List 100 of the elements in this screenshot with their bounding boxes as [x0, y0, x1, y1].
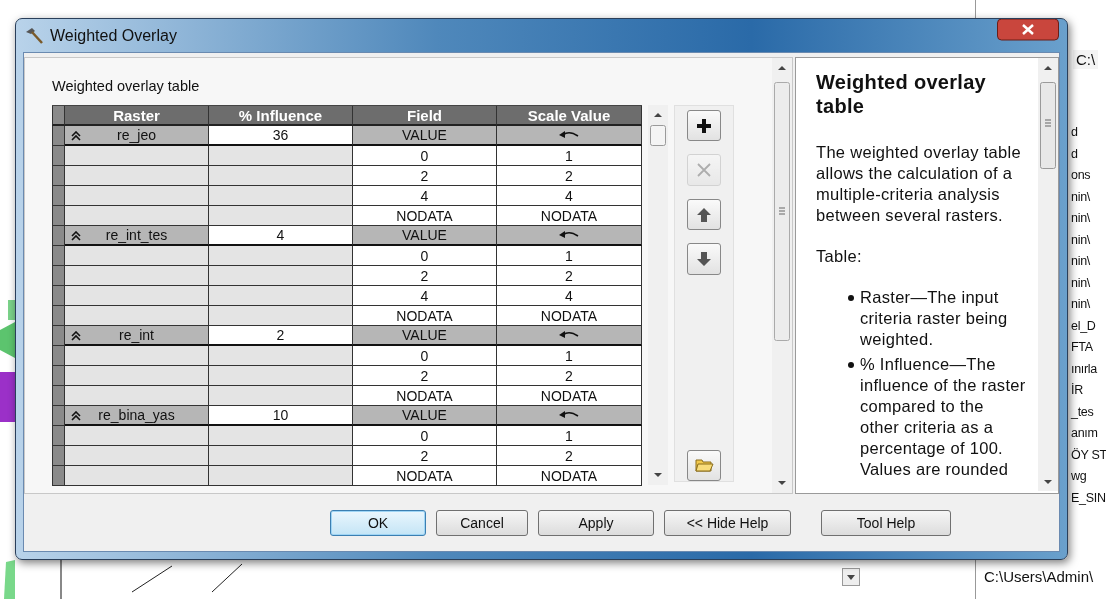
- help-text: Raster—The input criteria raster being weighted.: [860, 287, 1009, 350]
- file-name[interactable]: nin\: [1071, 272, 1106, 294]
- scale-value-field[interactable]: 2: [497, 446, 642, 466]
- table-cell: 4: [353, 286, 497, 306]
- column-header[interactable]: Raster: [65, 106, 209, 126]
- file-name[interactable]: nin\: [1071, 186, 1106, 208]
- row-selector[interactable]: [52, 446, 65, 466]
- file-name[interactable]: nin\: [1071, 208, 1106, 230]
- influence-field[interactable]: 2: [209, 326, 353, 346]
- influence-field[interactable]: 4: [209, 226, 353, 246]
- scrollbar[interactable]: [648, 105, 668, 485]
- table-cell: 4: [353, 186, 497, 206]
- file-name[interactable]: d: [1071, 122, 1106, 144]
- influence-field[interactable]: 36: [209, 126, 353, 146]
- row-selector[interactable]: [52, 206, 65, 226]
- help-heading: Table:: [816, 246, 863, 267]
- column-header[interactable]: % Influence: [209, 106, 353, 126]
- row-selector[interactable]: [52, 326, 65, 346]
- raster-name: re_int: [119, 327, 154, 343]
- scrollbar[interactable]: [772, 58, 792, 493]
- table-cell: 0: [353, 426, 497, 446]
- row-selector[interactable]: [52, 106, 65, 126]
- scale-value-field[interactable]: 2: [497, 366, 642, 386]
- help-text: The weighted overlay table allows the calculation of a multiple-criteria analysis between several rasters.: [816, 142, 1022, 226]
- dialog-button[interactable]: Apply: [538, 509, 654, 536]
- row-selector[interactable]: [52, 406, 65, 426]
- side-button[interactable]: [687, 110, 721, 142]
- field-cell: VALUE: [353, 326, 497, 346]
- collapse-icon[interactable]: [71, 411, 81, 421]
- hammer-icon: [24, 25, 44, 46]
- row-selector[interactable]: [52, 226, 65, 246]
- scale-value-field[interactable]: 1: [497, 146, 642, 166]
- file-name[interactable]: ınırla: [1071, 358, 1106, 380]
- scale-value-field[interactable]: NODATA: [497, 206, 642, 226]
- undo-arrow-icon[interactable]: [558, 230, 580, 240]
- file-name[interactable]: el_D: [1071, 315, 1106, 337]
- undo-arrow-icon[interactable]: [558, 130, 580, 140]
- row-selector[interactable]: [52, 126, 65, 146]
- scale-value-field[interactable]: 2: [497, 166, 642, 186]
- field-cell: VALUE: [353, 126, 497, 146]
- file-name[interactable]: nin\: [1071, 294, 1106, 316]
- scale-value-field[interactable]: 4: [497, 286, 642, 306]
- row-selector[interactable]: [52, 246, 65, 266]
- scale-value-field[interactable]: NODATA: [497, 386, 642, 406]
- table-cell: 2: [353, 366, 497, 386]
- dialog-button[interactable]: Tool Help: [821, 509, 951, 536]
- row-selector[interactable]: [52, 346, 65, 366]
- table-cell: 2: [353, 266, 497, 286]
- row-selector[interactable]: [52, 286, 65, 306]
- file-name[interactable]: nin\: [1071, 251, 1106, 273]
- scale-value-field[interactable]: 4: [497, 186, 642, 206]
- collapse-icon[interactable]: [71, 331, 81, 341]
- row-selector[interactable]: [52, 266, 65, 286]
- file-name[interactable]: d: [1071, 143, 1106, 165]
- close-icon[interactable]: [997, 19, 1059, 41]
- scrollbar[interactable]: [1038, 58, 1058, 491]
- window-title: Weighted Overlay: [50, 26, 177, 45]
- path-text: C:\Users\Admin\: [984, 568, 1094, 585]
- row-selector[interactable]: [52, 426, 65, 446]
- table-cell: 0: [353, 146, 497, 166]
- dialog-button[interactable]: Cancel: [436, 509, 528, 536]
- table-cell: 0: [353, 346, 497, 366]
- side-button[interactable]: [687, 198, 721, 231]
- collapse-icon[interactable]: [71, 231, 81, 241]
- column-header[interactable]: Scale Value: [497, 106, 642, 126]
- raster-name: re_int_tes: [105, 227, 168, 243]
- file-name[interactable]: nin\: [1071, 229, 1106, 251]
- file-name[interactable]: İR: [1071, 380, 1106, 402]
- file-name[interactable]: FTA: [1071, 337, 1106, 359]
- row-selector[interactable]: [52, 186, 65, 206]
- collapse-icon[interactable]: [71, 131, 81, 141]
- dialog-button[interactable]: OK: [330, 509, 426, 536]
- dialog-button[interactable]: << Hide Help: [664, 509, 791, 536]
- column-header[interactable]: Field: [353, 106, 497, 126]
- undo-arrow-icon[interactable]: [558, 330, 580, 340]
- row-selector[interactable]: [52, 386, 65, 406]
- scale-value-field[interactable]: 1: [497, 346, 642, 366]
- scale-value-field[interactable]: NODATA: [497, 466, 642, 486]
- file-name[interactable]: ons: [1071, 165, 1106, 187]
- side-button[interactable]: [687, 243, 721, 275]
- file-name[interactable]: anım: [1071, 423, 1106, 445]
- undo-arrow-icon[interactable]: [558, 410, 580, 420]
- field-cell: VALUE: [353, 226, 497, 246]
- path-text: C:\: [1073, 50, 1099, 69]
- row-selector[interactable]: [52, 466, 65, 486]
- file-name[interactable]: ÖY ST: [1071, 444, 1106, 466]
- scale-value-field[interactable]: 2: [497, 266, 642, 286]
- row-selector[interactable]: [52, 366, 65, 386]
- file-name[interactable]: wg: [1071, 466, 1106, 488]
- section-label: Weighted overlay table: [52, 78, 201, 94]
- row-selector[interactable]: [52, 166, 65, 186]
- scale-value-field[interactable]: 1: [497, 246, 642, 266]
- influence-field[interactable]: 10: [209, 406, 353, 426]
- scale-value-field[interactable]: NODATA: [497, 306, 642, 326]
- file-name[interactable]: _tes: [1071, 401, 1106, 423]
- file-name[interactable]: E_SIN: [1071, 487, 1106, 509]
- row-selector[interactable]: [52, 146, 65, 166]
- table-cell: NODATA: [353, 466, 497, 486]
- scale-value-field[interactable]: 1: [497, 426, 642, 446]
- row-selector[interactable]: [52, 306, 65, 326]
